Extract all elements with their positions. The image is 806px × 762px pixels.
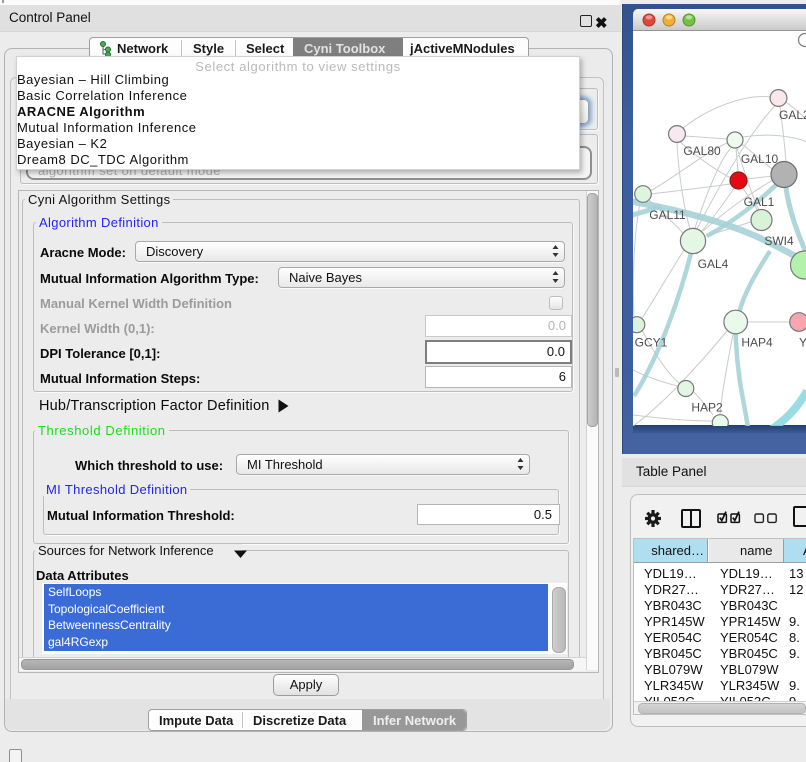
svg-text:GAL4: GAL4 (698, 257, 729, 271)
svg-text:GAL1: GAL1 (744, 195, 775, 209)
svg-text:GAL2: GAL2 (779, 108, 806, 122)
svg-text:HAP4: HAP4 (741, 336, 773, 350)
svg-text:YE: YE (799, 336, 806, 350)
svg-text:GCY1: GCY1 (635, 336, 668, 350)
svg-text:HAP2: HAP2 (691, 401, 723, 415)
svg-text:GAL10: GAL10 (741, 152, 779, 166)
svg-text:GAL11: GAL11 (649, 208, 686, 222)
svg-text:GAL80: GAL80 (683, 144, 721, 158)
svg-text:SWI4: SWI4 (764, 234, 794, 248)
